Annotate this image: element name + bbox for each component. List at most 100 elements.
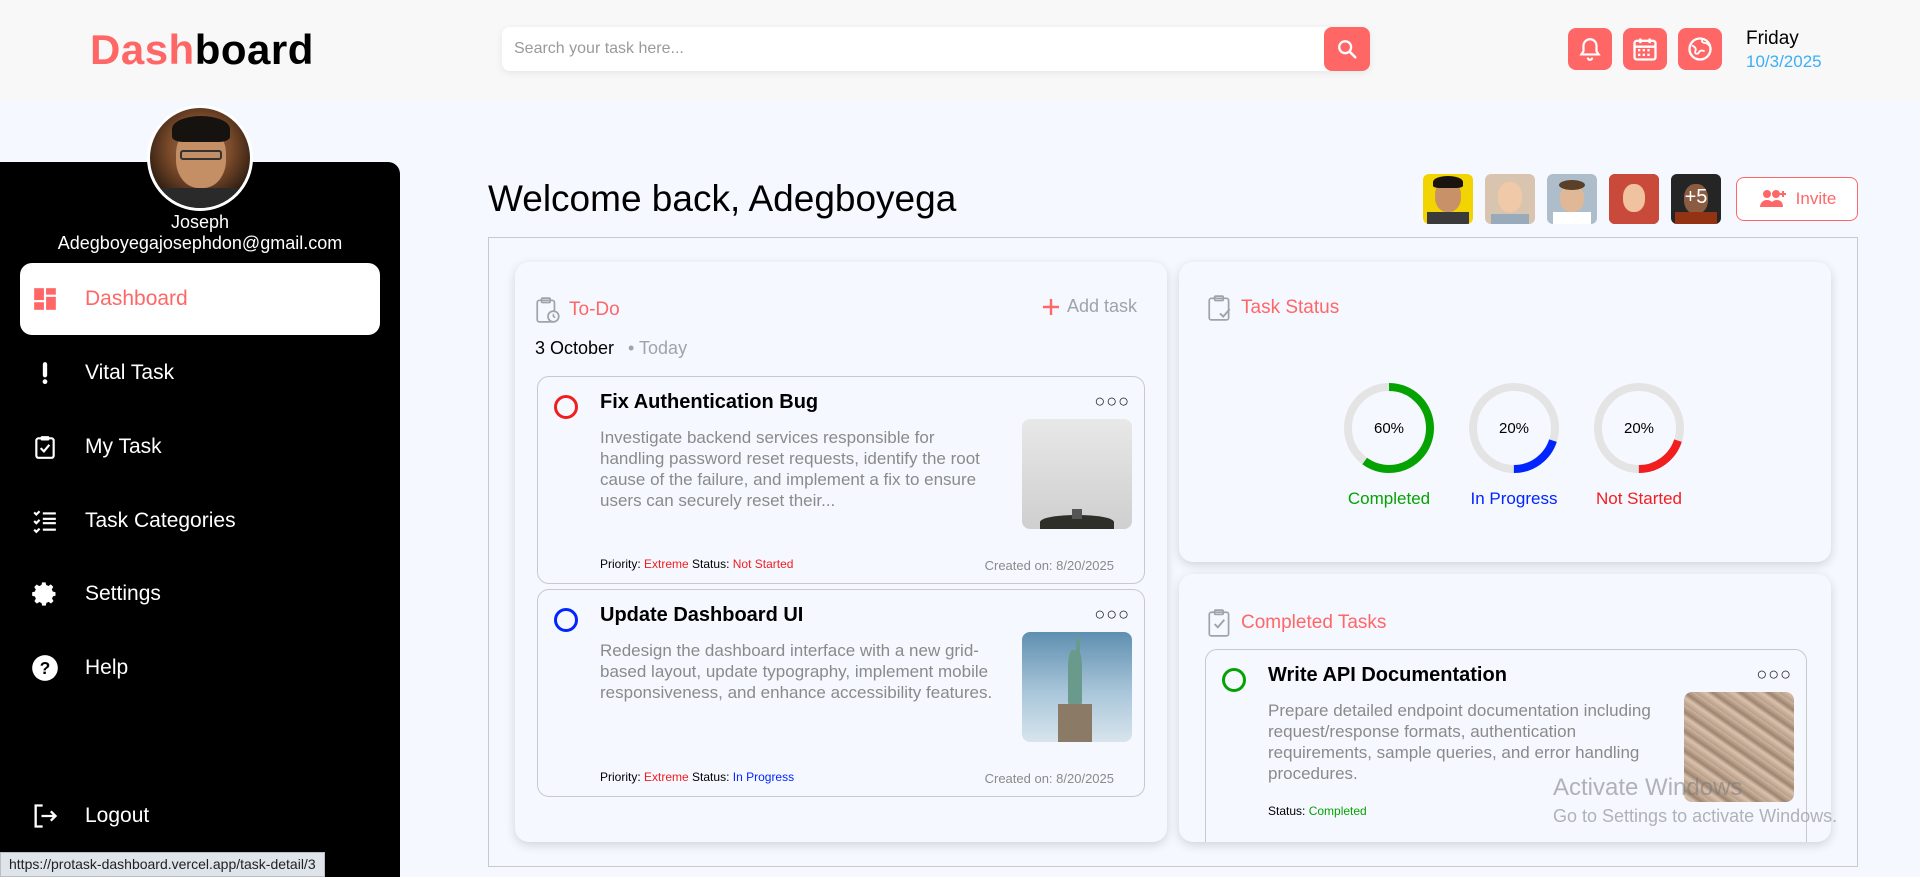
more-options-icon[interactable]: ○○○ xyxy=(1094,604,1130,625)
windows-activation-watermark: Activate Windows Go to Settings to activ… xyxy=(1553,774,1838,826)
todo-title: To-Do xyxy=(535,296,620,324)
calendar-icon xyxy=(1633,38,1657,61)
search-icon xyxy=(1338,40,1357,59)
svg-text:20%: 20% xyxy=(1499,420,1529,437)
task-description: Redesign the dashboard interface with a … xyxy=(600,641,993,702)
status-ring-completed: 60% Completed xyxy=(1329,380,1449,509)
current-date: Friday 10/3/2025 xyxy=(1746,28,1822,72)
clipboard-clock-icon xyxy=(536,297,560,323)
exclamation-icon xyxy=(30,358,60,388)
todo-date-line: 3 October • Today xyxy=(535,338,687,359)
dashboard-icon xyxy=(30,284,60,314)
search-input[interactable] xyxy=(514,27,1314,71)
logout-button[interactable]: Logout xyxy=(20,780,380,852)
user-name: Joseph xyxy=(170,212,230,232)
top-header: Dashboard Friday 10/3/2025 xyxy=(0,0,1920,100)
globe-icon xyxy=(1688,37,1712,61)
task-thumbnail xyxy=(1022,419,1132,529)
task-status-card: Task Status 60% Completed 20% In Progres… xyxy=(1179,262,1831,562)
clipboard-check-icon xyxy=(1208,609,1230,637)
svg-text:?: ? xyxy=(40,658,51,678)
app-logo[interactable]: Dashboard xyxy=(90,26,314,74)
completed-title-text: Completed Tasks xyxy=(1241,612,1387,633)
invite-button[interactable]: Invite xyxy=(1736,177,1858,221)
team-avatar[interactable] xyxy=(1609,174,1659,224)
team-avatar[interactable] xyxy=(1547,174,1597,224)
task-title: Write API Documentation xyxy=(1268,664,1507,686)
completed-label: Completed xyxy=(1347,489,1431,508)
sidebar-item-task-categories[interactable]: Task Categories xyxy=(20,485,380,557)
created-date: Created on: 8/20/2025 xyxy=(984,558,1114,573)
sidebar-item-label: Dashboard xyxy=(85,287,188,310)
sidebar-item-label: Help xyxy=(85,656,129,679)
day-label: Friday xyxy=(1746,28,1799,49)
user-email: Adegboyegajosephdon@gmail.com xyxy=(57,233,343,253)
team-avatar[interactable] xyxy=(1423,174,1473,224)
notifications-button[interactable] xyxy=(1568,28,1612,70)
plus-icon xyxy=(1042,298,1059,315)
calendar-button[interactable] xyxy=(1623,28,1667,70)
completed-ring-chart: 60% xyxy=(1344,383,1434,473)
team-avatar[interactable] xyxy=(1485,174,1535,224)
task-status-title: Task Status xyxy=(1207,294,1339,322)
status-ring-in-progress: 20% In Progress xyxy=(1454,380,1574,509)
sidebar-item-vital-task[interactable]: Vital Task xyxy=(20,337,380,409)
task-title: Update Dashboard UI xyxy=(600,604,804,626)
search-bar xyxy=(502,27,1370,71)
sidebar-item-help[interactable]: ? Help xyxy=(20,632,380,704)
sidebar-item-label: Task Categories xyxy=(85,509,236,532)
status-circle-icon[interactable] xyxy=(554,395,578,419)
task-title: Fix Authentication Bug xyxy=(600,391,819,413)
sidebar-item-label: Vital Task xyxy=(85,361,175,384)
status-value: Completed xyxy=(1308,804,1367,818)
bell-icon xyxy=(1579,38,1601,61)
logout-icon xyxy=(30,801,60,831)
task-description: Investigate backend services responsible… xyxy=(600,428,980,510)
add-task-button[interactable]: Add task xyxy=(1041,296,1137,317)
task-meta: Priority: Extreme Status: Not Started xyxy=(600,557,794,571)
in-progress-ring-chart: 20% xyxy=(1469,383,1559,473)
status-value: In Progress xyxy=(732,770,795,784)
status-url: https://protask-dashboard.vercel.app/tas… xyxy=(0,852,325,877)
user-avatar[interactable] xyxy=(147,105,253,211)
team-avatar-more[interactable]: +5 xyxy=(1671,174,1721,224)
status-circle-icon[interactable] xyxy=(554,608,578,632)
task-status-title-text: Task Status xyxy=(1241,297,1340,318)
list-icon xyxy=(30,506,60,536)
task-meta: Priority: Extreme Status: In Progress xyxy=(600,770,795,784)
sidebar: Joseph Adegboyegajosephdon@gmail.com Das… xyxy=(0,162,400,877)
status-ring-not-started: 20% Not Started xyxy=(1579,380,1699,509)
more-members-count: +5 xyxy=(1684,186,1708,208)
more-options-icon[interactable]: ○○○ xyxy=(1094,391,1130,412)
invite-label: Invite xyxy=(1795,189,1837,208)
priority-value: Extreme xyxy=(644,770,689,784)
todo-task-item[interactable]: Update Dashboard UI ○○○ Redesign the das… xyxy=(537,589,1145,797)
welcome-heading: Welcome back, Adegboyega xyxy=(488,178,957,219)
completed-title: Completed Tasks xyxy=(1207,608,1386,638)
more-options-icon[interactable]: ○○○ xyxy=(1756,664,1792,685)
logo-text: board xyxy=(194,26,314,73)
priority-value: Extreme xyxy=(644,557,689,571)
task-thumbnail xyxy=(1022,632,1132,742)
language-button[interactable] xyxy=(1678,28,1722,70)
sidebar-item-settings[interactable]: Settings xyxy=(20,558,380,630)
svg-text:60%: 60% xyxy=(1374,420,1404,437)
add-user-icon xyxy=(1759,190,1786,207)
in-progress-label: In Progress xyxy=(1470,489,1558,508)
todo-task-item[interactable]: Fix Authentication Bug ○○○ Investigate b… xyxy=(537,376,1145,584)
task-description: Prepare detailed endpoint documentation … xyxy=(1268,701,1651,783)
sidebar-item-my-task[interactable]: My Task xyxy=(20,411,380,483)
add-task-label: Add task xyxy=(1066,296,1137,316)
logout-label: Logout xyxy=(85,804,150,827)
gear-icon xyxy=(30,579,60,609)
sidebar-item-dashboard[interactable]: Dashboard xyxy=(20,263,380,335)
not-started-ring-chart: 20% xyxy=(1594,383,1684,473)
todo-today: • Today xyxy=(628,338,688,358)
created-date: Created on: 8/20/2025 xyxy=(984,771,1114,786)
date-label: 10/3/2025 xyxy=(1746,52,1822,71)
sidebar-item-label: Settings xyxy=(85,582,161,605)
search-button[interactable] xyxy=(1324,27,1370,71)
checklist-icon xyxy=(30,432,60,462)
todo-date: 3 October xyxy=(535,338,615,358)
status-circle-icon[interactable] xyxy=(1222,668,1246,692)
